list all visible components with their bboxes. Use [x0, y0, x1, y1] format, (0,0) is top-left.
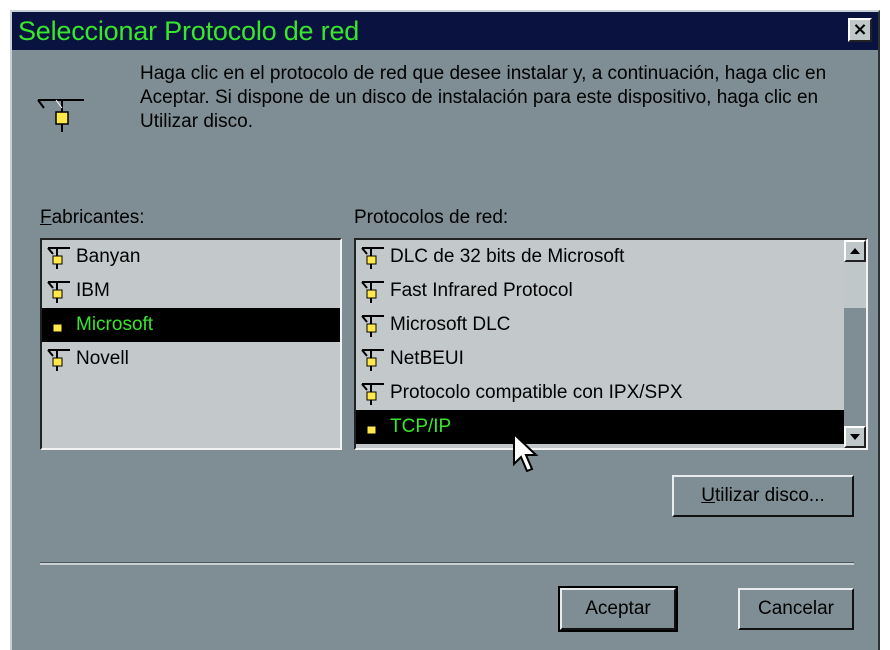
protocol-item[interactable]: Microsoft DLC — [356, 308, 844, 342]
network-protocol-icon — [360, 380, 386, 406]
ok-button[interactable]: Aceptar — [558, 586, 678, 632]
protocols-scrollbar[interactable] — [844, 240, 866, 448]
protocol-item[interactable]: DLC de 32 bits de Microsoft — [356, 240, 844, 274]
protocols-listbox[interactable]: DLC de 32 bits de Microsoft Fast Infrared… — [354, 238, 868, 450]
network-protocol-icon — [360, 346, 386, 372]
protocol-item-label: TCP/IP — [390, 416, 452, 437]
title-bar[interactable]: Seleccionar Protocolo de red × — [12, 12, 878, 50]
arrow-down-icon — [850, 434, 860, 440]
manufacturers-label: Fabricantes: — [40, 207, 145, 228]
separator — [40, 562, 854, 565]
close-button[interactable]: × — [848, 18, 872, 42]
scroll-up-button[interactable] — [844, 240, 866, 262]
cancel-button[interactable]: Cancelar — [738, 588, 854, 630]
manufacturer-item-label: IBM — [76, 280, 110, 301]
manufacturer-item[interactable]: Banyan — [42, 240, 340, 274]
protocol-item-label: Protocolo compatible con IPX/SPX — [390, 382, 683, 403]
protocol-item[interactable]: Fast Infrared Protocol — [356, 274, 844, 308]
manufacturer-item-label: Microsoft — [76, 314, 154, 335]
window-title: Seleccionar Protocolo de red — [18, 16, 360, 46]
manufacturer-item-label: Novell — [76, 348, 129, 369]
network-protocol-icon — [37, 99, 84, 132]
protocol-item[interactable]: Protocolo compatible con IPX/SPX — [356, 376, 844, 410]
scroll-down-button[interactable] — [844, 426, 866, 448]
network-protocol-icon — [360, 414, 386, 440]
have-disk-button[interactable]: Utilizar disco... — [672, 475, 854, 517]
protocols-label: Protocolos de red: — [354, 207, 509, 228]
network-protocol-icon — [46, 346, 72, 372]
network-protocol-icon — [46, 244, 72, 270]
protocol-item-label: DLC de 32 bits de Microsoft — [390, 246, 625, 267]
manufacturers-list: Banyan IBM Microsoft Novell — [42, 240, 340, 376]
arrow-cursor-icon — [513, 432, 539, 473]
protocols-list: DLC de 32 bits de Microsoft Fast Infrared… — [356, 240, 844, 444]
close-icon: × — [852, 19, 868, 40]
manufacturer-item-label: Banyan — [76, 246, 141, 267]
network-protocol-icon — [360, 312, 386, 338]
network-protocol-icon — [46, 312, 72, 338]
protocol-item-label: Microsoft DLC — [390, 314, 511, 335]
protocol-item[interactable]: NetBEUI — [356, 342, 844, 376]
manufacturers-listbox[interactable]: Banyan IBM Microsoft Novell — [40, 238, 342, 450]
scroll-thumb[interactable] — [844, 262, 866, 308]
manufacturer-item[interactable]: IBM — [42, 274, 340, 308]
manufacturer-item[interactable]: Microsoft — [42, 308, 340, 342]
protocol-item[interactable]: TCP/IP — [356, 410, 844, 444]
instructions-text: Haga clic en el protocolo de red que des… — [140, 63, 827, 132]
select-network-protocol-dialog: Seleccionar Protocolo de red × Haga clic… — [10, 10, 880, 650]
protocol-item-label: NetBEUI — [390, 348, 464, 369]
network-protocol-icon — [360, 278, 386, 304]
network-protocol-icon — [46, 278, 72, 304]
protocol-item-label: Fast Infrared Protocol — [390, 280, 573, 301]
arrow-up-icon — [850, 248, 860, 254]
manufacturer-item[interactable]: Novell — [42, 342, 340, 376]
network-protocol-icon — [360, 244, 386, 270]
